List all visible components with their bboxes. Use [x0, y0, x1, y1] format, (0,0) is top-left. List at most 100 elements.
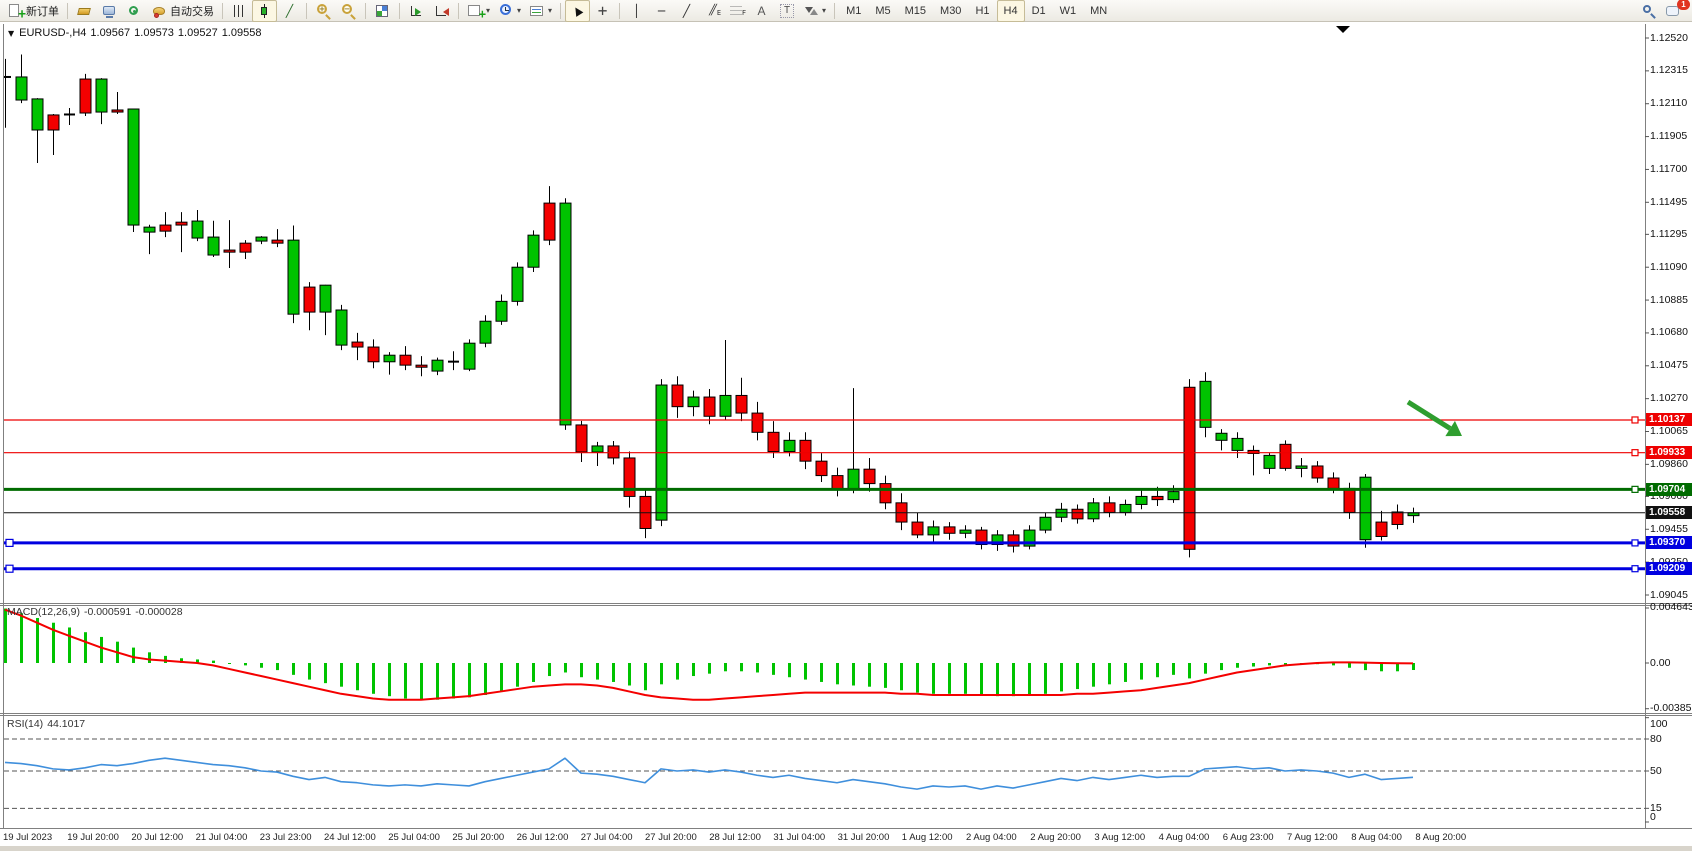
periods-button[interactable]: ▾ — [494, 0, 525, 22]
time-axis-label: 7 Aug 12:00 — [1287, 832, 1338, 843]
time-axis-label: 2 Aug 20:00 — [1030, 832, 1081, 843]
price-tag-1.09209[interactable]: 1.09209 — [1646, 562, 1692, 575]
time-axis-label: 24 Jul 12:00 — [324, 832, 376, 843]
tf-h4-button[interactable]: H4 — [997, 0, 1025, 22]
price-tag-1.10137[interactable]: 1.10137 — [1646, 413, 1692, 426]
candles-icon — [256, 3, 273, 19]
signals-button[interactable] — [122, 0, 147, 22]
auto-trading-button-label: 自动交易 — [170, 3, 214, 19]
line-chart-type-button[interactable] — [277, 0, 302, 22]
auto-trading-button[interactable]: 自动交易 — [147, 0, 218, 22]
notification-badge: 1 — [1677, 0, 1690, 10]
chevron-down-icon[interactable]: ▾ — [486, 6, 490, 15]
price-axis-label: 1.11495 — [1650, 196, 1687, 209]
rsi-value: 44.1017 — [47, 718, 85, 730]
toolbar-separator — [834, 3, 835, 19]
candlestick-type-button[interactable] — [252, 0, 277, 22]
tf-m30-button[interactable]: M30 — [933, 0, 968, 22]
symbol-label: EURUSD-,H4 — [19, 27, 86, 39]
text-button[interactable] — [749, 0, 774, 22]
channel-icon — [703, 3, 720, 19]
price-axis-label: 1.10270 — [1650, 392, 1688, 405]
toolbar-separator — [306, 3, 307, 19]
trendline-button[interactable] — [674, 0, 699, 22]
templates-button[interactable]: ▾ — [525, 0, 556, 22]
chevron-down-icon[interactable]: ▾ — [517, 6, 521, 15]
toolbar-separator — [399, 3, 400, 19]
macd-main-value: -0.000591 — [84, 606, 131, 618]
tf-mn-button[interactable]: MN — [1083, 0, 1114, 22]
time-axis-label: 20 Jul 12:00 — [131, 832, 183, 843]
horizontal-line-button[interactable] — [649, 0, 674, 22]
time-axis-label: 23 Jul 23:00 — [260, 832, 312, 843]
time-axis-label: 3 Aug 12:00 — [1094, 832, 1145, 843]
chevron-down-icon[interactable]: ▾ — [822, 6, 826, 15]
close-value: 1.09558 — [222, 27, 262, 39]
gold-ingot-button[interactable] — [72, 0, 97, 22]
notifications-button[interactable]: 1 — [1661, 0, 1686, 22]
price-axis-label: 1.12110 — [1650, 97, 1687, 110]
chart-shift-button[interactable] — [429, 0, 454, 22]
price-tag-1.09704[interactable]: 1.09704 — [1646, 483, 1692, 496]
arrows-button[interactable]: ▾ — [799, 0, 830, 22]
tf-w1-button[interactable]: W1 — [1053, 0, 1084, 22]
bars-icon — [231, 3, 248, 19]
text-label-button[interactable] — [774, 0, 799, 22]
hline-icon — [653, 3, 670, 19]
equidistant-channel-button[interactable] — [699, 0, 724, 22]
tile-windows-button[interactable] — [370, 0, 395, 22]
price-tag-1.09933[interactable]: 1.09933 — [1646, 446, 1692, 459]
auto-scroll-button[interactable] — [404, 0, 429, 22]
price-tag-1.09558[interactable]: 1.09558 — [1646, 506, 1692, 519]
cloud-terminal-button[interactable] — [97, 0, 122, 22]
tf-d1-button[interactable]: D1 — [1025, 0, 1053, 22]
rsi-axis-label: 80 — [1650, 733, 1662, 746]
crosshair-button[interactable] — [590, 0, 615, 22]
time-axis-label: 6 Aug 23:00 — [1223, 832, 1274, 843]
chart-background — [0, 22, 1692, 851]
price-axis-label: 1.11090 — [1650, 261, 1687, 274]
tf-m1-button[interactable]: M1 — [839, 0, 868, 22]
chart-canvas[interactable] — [0, 0, 1692, 851]
crosshair-icon — [594, 3, 611, 19]
indicators-button[interactable]: ▾ — [463, 0, 494, 22]
zoom-in-button[interactable] — [311, 0, 336, 22]
price-axis-label: 1.11700 — [1650, 163, 1687, 176]
time-axis-label: 21 Jul 04:00 — [196, 832, 248, 843]
time-axis-label: 31 Jul 20:00 — [838, 832, 890, 843]
search-button[interactable] — [1636, 0, 1661, 22]
chart-menu-arrow-icon[interactable]: ▼ — [8, 29, 14, 38]
fibonacci-button[interactable] — [724, 0, 749, 22]
chart-title: ▼EURUSD-,H41.095671.095731.095271.09558 — [8, 27, 265, 39]
tf-m5-button[interactable]: M5 — [868, 0, 897, 22]
fibo-icon — [728, 3, 745, 19]
vertical-line-button[interactable] — [624, 0, 649, 22]
toolbar: 新订单 自动交易 ▾ ▾ ▾ ▾ M1M5M15M30H1H4D1W1MN 1 — [0, 0, 1692, 22]
time-axis-label: 19 Jul 20:00 — [67, 832, 119, 843]
bar-chart-type-button[interactable] — [227, 0, 252, 22]
price-axis-label: 1.11905 — [1650, 130, 1687, 143]
rsi-axis-label: 0 — [1650, 811, 1656, 824]
new-order-button[interactable]: 新订单 — [3, 0, 63, 22]
tf-h1-button[interactable]: H1 — [968, 0, 996, 22]
rsi-axis-label: 50 — [1650, 765, 1662, 778]
trend-icon — [678, 3, 695, 19]
high-value: 1.09573 — [134, 27, 174, 39]
price-axis-label: 1.09860 — [1650, 458, 1688, 471]
chart-window[interactable]: ▼EURUSD-,H41.095671.095731.095271.09558 … — [0, 0, 1692, 851]
price-axis-label: 1.12520 — [1650, 32, 1688, 45]
open-value: 1.09567 — [90, 27, 130, 39]
clock-icon — [498, 3, 515, 19]
zoom-out-button[interactable] — [336, 0, 361, 22]
cursor-button[interactable] — [565, 0, 590, 22]
time-axis-label: 25 Jul 04:00 — [388, 832, 440, 843]
time-axis-label: 26 Jul 12:00 — [517, 832, 569, 843]
price-axis-label: 1.09455 — [1650, 523, 1688, 536]
time-axis-label: 1 Aug 12:00 — [902, 832, 953, 843]
macd-axis-label: -0.003859 — [1650, 702, 1692, 715]
toolbar-separator — [222, 3, 223, 19]
tf-m15-button[interactable]: M15 — [898, 0, 933, 22]
price-axis-label: 1.10885 — [1650, 294, 1688, 307]
chevron-down-icon[interactable]: ▾ — [548, 6, 552, 15]
price-tag-1.09370[interactable]: 1.09370 — [1646, 536, 1692, 549]
